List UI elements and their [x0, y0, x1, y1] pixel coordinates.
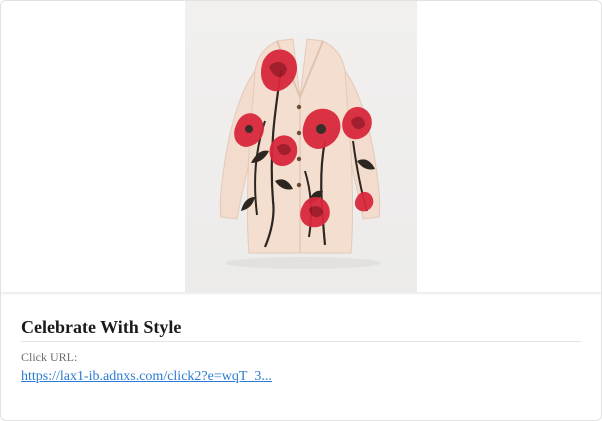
cardigan-illustration [219, 38, 381, 269]
click-url-link[interactable]: https://lax1-ib.adnxs.com/click2?e=wqT_3… [21, 369, 272, 385]
product-image[interactable] [185, 1, 417, 292]
ad-title: Celebrate With Style [21, 314, 581, 342]
ad-preview-card: Celebrate With Style Click URL: https://… [0, 0, 602, 421]
click-url-label: Click URL: [21, 350, 78, 364]
ad-details: Celebrate With Style Click URL: https://… [21, 314, 581, 385]
image-divider [1, 292, 601, 296]
ad-image-area [1, 1, 601, 292]
